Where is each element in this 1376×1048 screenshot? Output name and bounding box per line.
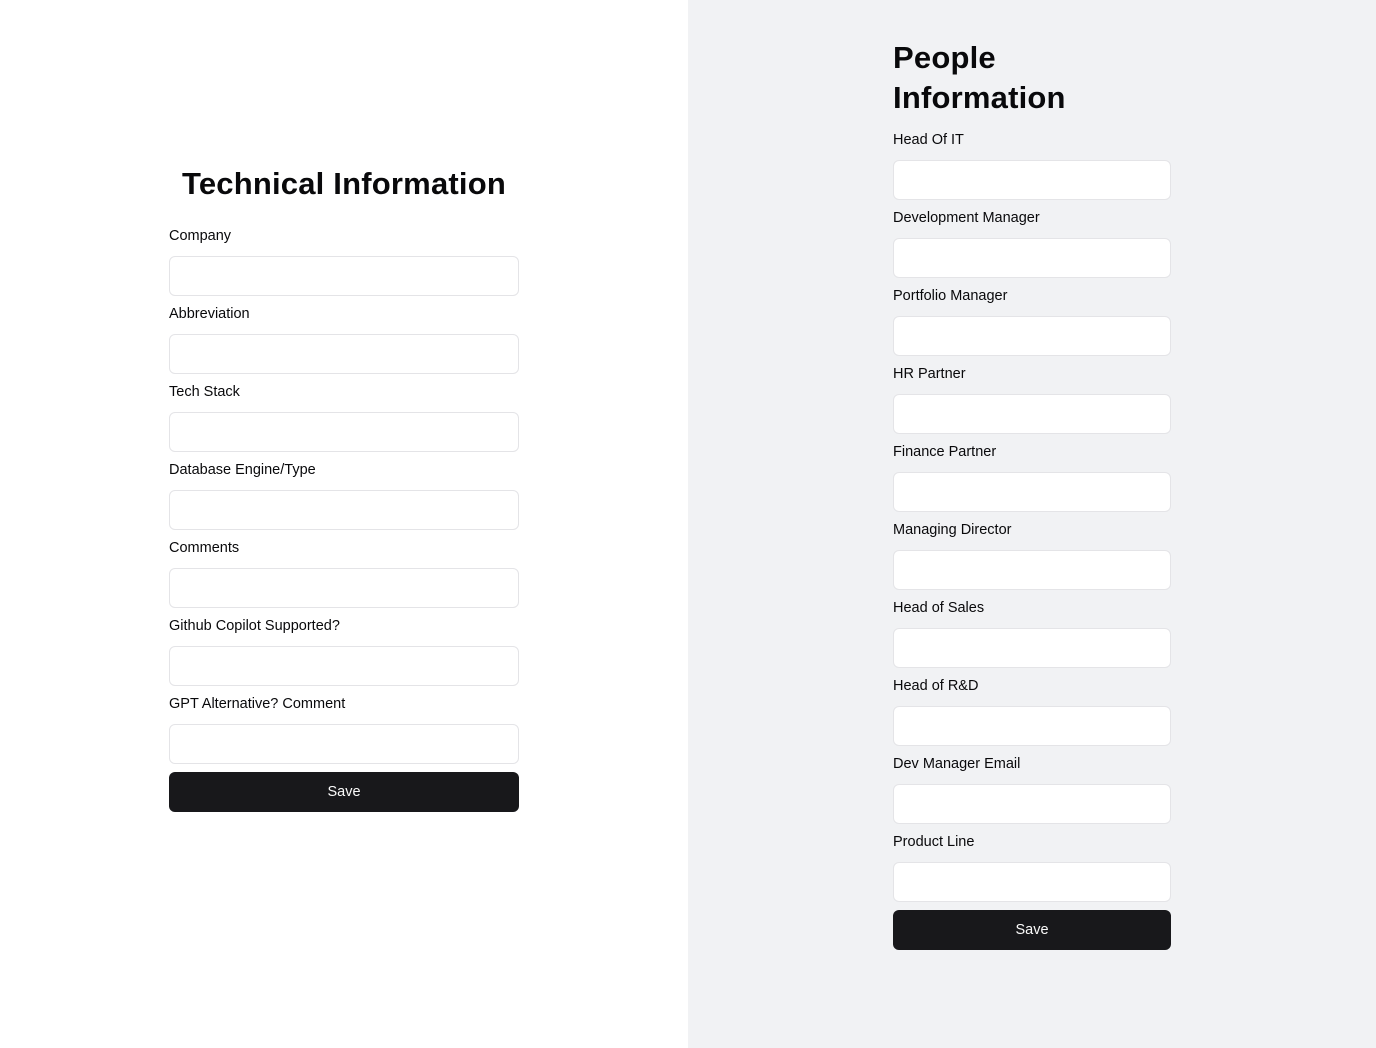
managing-director-label: Managing Director [893, 522, 1012, 538]
portfolio-manager-label: Portfolio Manager [893, 288, 1008, 304]
company-input[interactable] [169, 256, 519, 296]
dev-manager-email-label: Dev Manager Email [893, 756, 1021, 772]
product-line-label: Product Line [893, 834, 975, 850]
technical-form: Technical Information Company Abbreviati… [169, 164, 519, 812]
field-github-copilot: Github Copilot Supported? [169, 616, 519, 686]
field-managing-director: Managing Director [893, 520, 1171, 590]
field-product-line: Product Line [893, 832, 1171, 902]
github-copilot-label: Github Copilot Supported? [169, 618, 340, 634]
technical-panel: Technical Information Company Abbreviati… [0, 0, 688, 1048]
gpt-alternative-label: GPT Alternative? Comment [169, 696, 346, 712]
field-tech-stack: Tech Stack [169, 382, 519, 452]
abbreviation-input[interactable] [169, 334, 519, 374]
field-head-of-rnd: Head of R&D [893, 676, 1171, 746]
database-engine-input[interactable] [169, 490, 519, 530]
technical-title: Technical Information [182, 166, 506, 201]
hr-partner-input[interactable] [893, 394, 1171, 434]
database-engine-label: Database Engine/Type [169, 462, 316, 478]
field-development-manager: Development Manager [893, 208, 1171, 278]
head-of-rnd-label: Head of R&D [893, 678, 979, 694]
people-form: People Information Head Of IT Developmen… [893, 38, 1171, 950]
head-of-sales-input[interactable] [893, 628, 1171, 668]
head-of-it-label: Head Of IT [893, 132, 964, 148]
page: Technical Information Company Abbreviati… [0, 0, 1376, 1048]
finance-partner-label: Finance Partner [893, 444, 997, 460]
field-database-engine: Database Engine/Type [169, 460, 519, 530]
finance-partner-input[interactable] [893, 472, 1171, 512]
github-copilot-input[interactable] [169, 646, 519, 686]
head-of-sales-label: Head of Sales [893, 600, 985, 616]
head-of-rnd-input[interactable] [893, 706, 1171, 746]
technical-save-button[interactable]: Save [169, 772, 519, 812]
portfolio-manager-input[interactable] [893, 316, 1171, 356]
people-panel: People Information Head Of IT Developmen… [688, 0, 1376, 1048]
people-save-button[interactable]: Save [893, 910, 1171, 950]
development-manager-input[interactable] [893, 238, 1171, 278]
managing-director-input[interactable] [893, 550, 1171, 590]
head-of-it-input[interactable] [893, 160, 1171, 200]
field-finance-partner: Finance Partner [893, 442, 1171, 512]
company-label: Company [169, 228, 232, 244]
hr-partner-label: HR Partner [893, 366, 966, 382]
field-hr-partner: HR Partner [893, 364, 1171, 434]
field-comments: Comments [169, 538, 519, 608]
comments-label: Comments [169, 540, 240, 556]
tech-stack-input[interactable] [169, 412, 519, 452]
product-line-input[interactable] [893, 862, 1171, 902]
field-head-of-it: Head Of IT [893, 130, 1171, 200]
field-head-of-sales: Head of Sales [893, 598, 1171, 668]
abbreviation-label: Abbreviation [169, 306, 250, 322]
field-portfolio-manager: Portfolio Manager [893, 286, 1171, 356]
development-manager-label: Development Manager [893, 210, 1040, 226]
field-dev-manager-email: Dev Manager Email [893, 754, 1171, 824]
field-gpt-alternative: GPT Alternative? Comment [169, 694, 519, 764]
comments-input[interactable] [169, 568, 519, 608]
field-abbreviation: Abbreviation [169, 304, 519, 374]
dev-manager-email-input[interactable] [893, 784, 1171, 824]
field-company: Company [169, 226, 519, 296]
people-title: People Information [893, 40, 1066, 115]
tech-stack-label: Tech Stack [169, 384, 240, 400]
gpt-alternative-input[interactable] [169, 724, 519, 764]
